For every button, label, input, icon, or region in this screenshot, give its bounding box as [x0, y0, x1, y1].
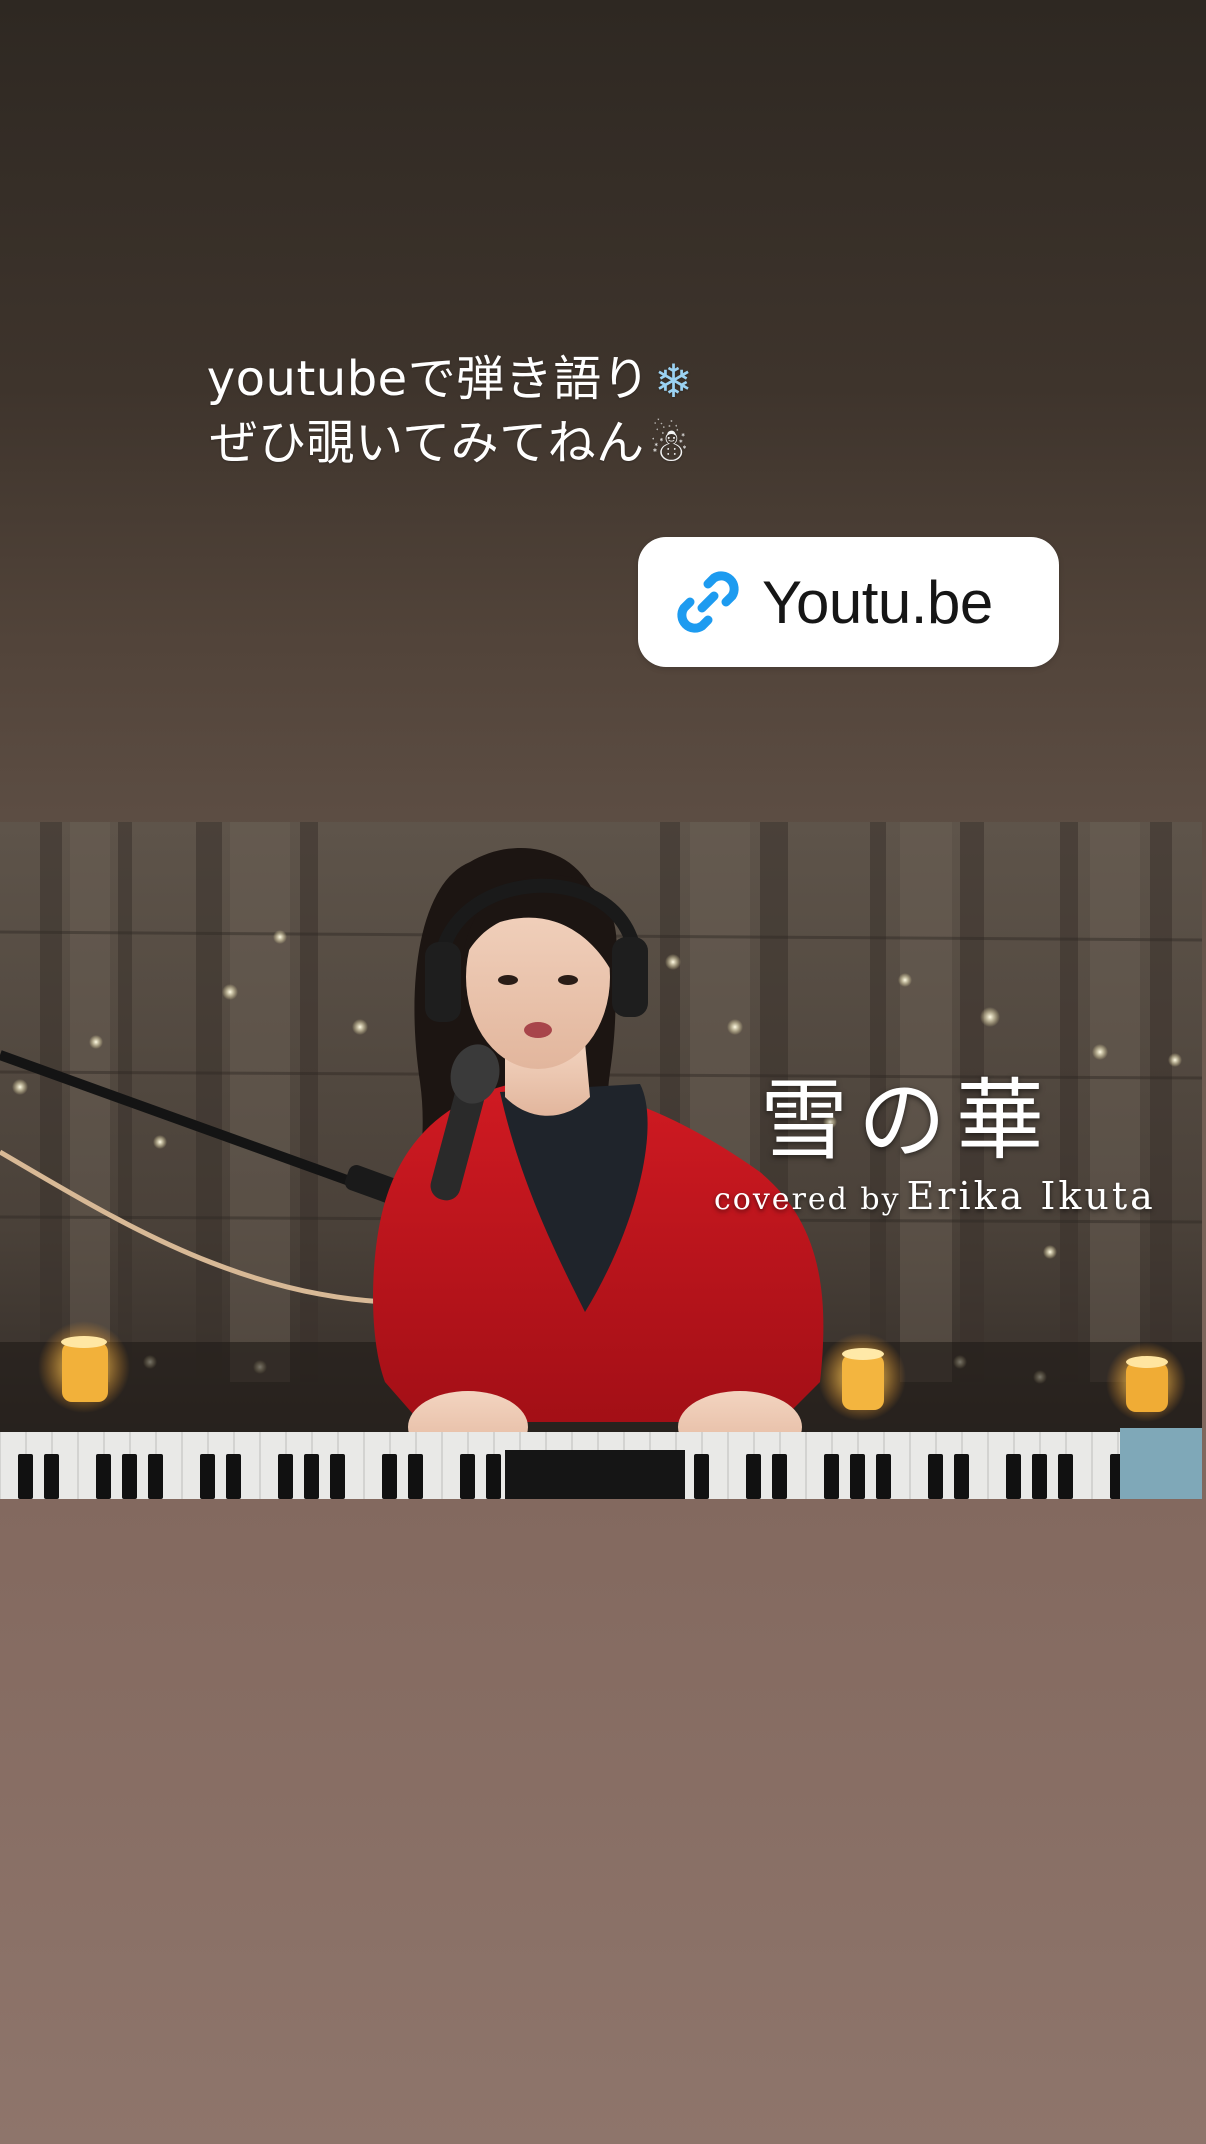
black-key [200, 1454, 215, 1499]
link-label: Youtu.be [762, 568, 993, 636]
story-caption: youtubeで弾き語り❄ ぜひ覗いてみてねん☃ [150, 348, 750, 476]
black-key [850, 1454, 865, 1499]
link-icon [677, 571, 739, 633]
black-key [382, 1454, 397, 1499]
black-key [148, 1454, 163, 1499]
candle-right [1106, 1342, 1186, 1422]
candle-left [38, 1321, 130, 1413]
black-key [44, 1454, 59, 1499]
black-key [486, 1454, 501, 1499]
black-key [96, 1454, 111, 1499]
black-key [18, 1454, 33, 1499]
black-key [746, 1454, 761, 1499]
black-key [1058, 1454, 1073, 1499]
black-key [1032, 1454, 1047, 1499]
black-key [928, 1454, 943, 1499]
caption-line-1-text: youtubeで弾き語り [206, 351, 651, 407]
snowflake-icon: ❄ [654, 354, 694, 408]
black-key [824, 1454, 839, 1499]
black-key [122, 1454, 137, 1499]
video-title: 雪の華 [760, 1069, 1055, 1172]
black-key [304, 1454, 319, 1499]
black-key [772, 1454, 787, 1499]
video-credit: covered by Erika Ikuta [714, 1174, 1156, 1218]
black-key [876, 1454, 891, 1499]
black-key [460, 1454, 475, 1499]
link-sticker[interactable]: Youtu.be [638, 537, 1059, 667]
caption-line-1: youtubeで弾き語り❄ [150, 348, 750, 412]
video-thumbnail[interactable]: 雪の華 covered by Erika Ikuta [0, 822, 1202, 1499]
black-key [330, 1454, 345, 1499]
caption-line-2-text: ぜひ覗いてみてねん [209, 415, 645, 471]
credit-name: Erika Ikuta [906, 1174, 1156, 1218]
credit-prefix: covered by [714, 1182, 901, 1217]
snowman-icon: ☃ [648, 418, 691, 472]
black-key [954, 1454, 969, 1499]
black-key [226, 1454, 241, 1499]
candle-middle [818, 1333, 906, 1421]
caption-line-2: ぜひ覗いてみてねん☃ [150, 412, 750, 476]
black-key [278, 1454, 293, 1499]
black-key [408, 1454, 423, 1499]
black-key [1006, 1454, 1021, 1499]
black-key [694, 1454, 709, 1499]
